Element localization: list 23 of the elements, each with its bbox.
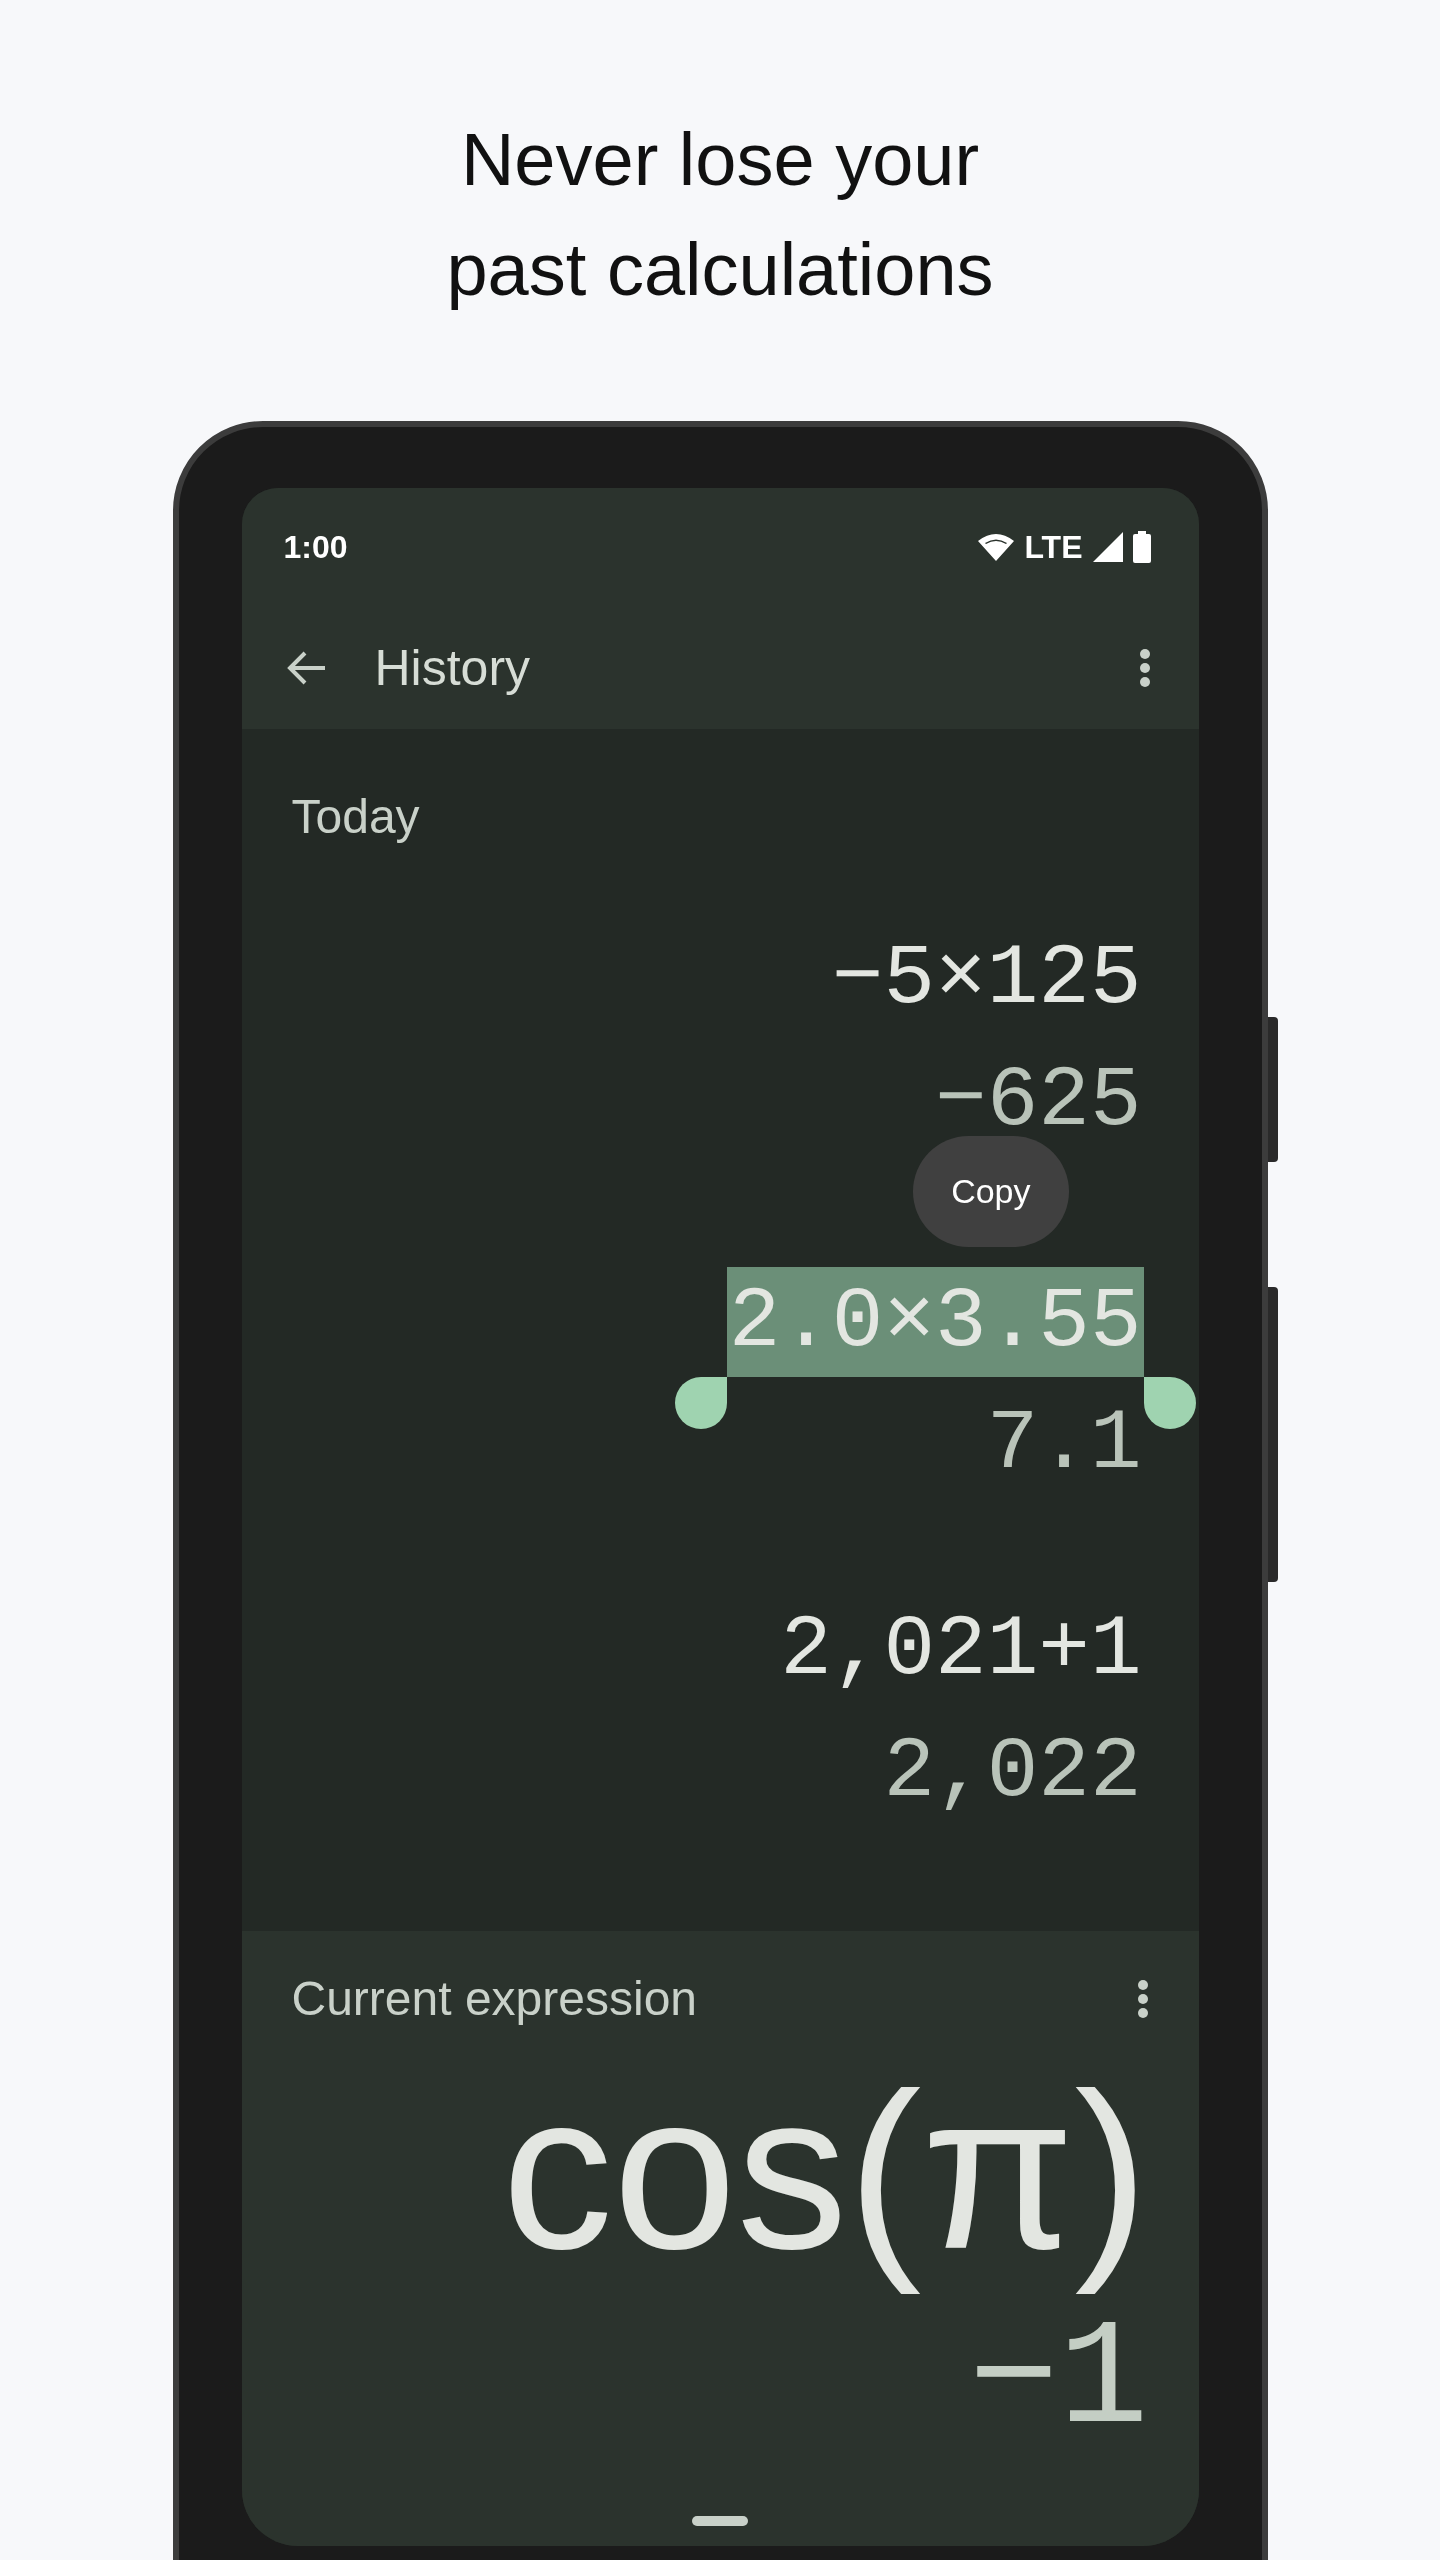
headline: past calculations — [446, 227, 994, 313]
status-time: 1:00 — [283, 528, 348, 566]
history-result[interactable]: 7.1 — [984, 1389, 1144, 1499]
wifi-icon — [978, 533, 1015, 561]
selection-handle[interactable] — [674, 1377, 727, 1429]
history-expression[interactable]: 2,021+1 — [778, 1595, 1144, 1705]
more-options-icon[interactable] — [1136, 1978, 1149, 2019]
history-expression[interactable]: −5×125 — [829, 924, 1144, 1034]
current-expression: cos(π) — [502, 2046, 1149, 2296]
signal-icon — [1092, 532, 1123, 562]
back-arrow-icon[interactable] — [286, 649, 327, 686]
battery-icon — [1132, 531, 1151, 563]
selection-handle[interactable] — [1143, 1377, 1196, 1429]
network-type: LTE — [1024, 528, 1083, 566]
history-result[interactable]: 2,022 — [881, 1717, 1144, 1827]
navigation-handle[interactable] — [692, 2516, 748, 2526]
more-options-icon[interactable] — [1138, 647, 1151, 688]
panel-label: Current expression — [291, 1971, 697, 2026]
section-heading: Today — [291, 789, 421, 845]
headline: Never lose your — [460, 117, 980, 203]
screen-title: History — [374, 638, 532, 697]
current-result: −1 — [968, 2296, 1149, 2466]
copy-button[interactable]: Copy — [913, 1136, 1069, 1247]
